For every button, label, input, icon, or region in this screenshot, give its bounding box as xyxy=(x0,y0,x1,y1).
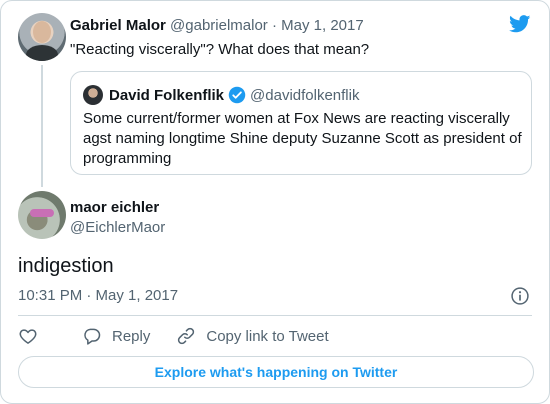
author-handle[interactable]: @gabrielmalor xyxy=(170,17,268,34)
avatar-head xyxy=(33,21,51,43)
link-icon xyxy=(178,327,195,345)
info-icon[interactable] xyxy=(510,286,530,306)
verified-badge-icon xyxy=(228,86,246,104)
thread-connector-line xyxy=(41,65,43,187)
separator: · xyxy=(271,17,277,34)
quoted-author-handle[interactable]: @davidfolkenflik xyxy=(250,87,359,104)
action-bar: Reply Copy link to Tweet xyxy=(18,324,355,348)
reply-icon xyxy=(84,328,101,345)
divider xyxy=(18,315,532,316)
author-handle[interactable]: @EichlerMaor xyxy=(70,219,165,236)
avatar[interactable] xyxy=(18,13,66,61)
avatar[interactable] xyxy=(18,191,66,239)
tweet-text: indigestion xyxy=(18,255,114,277)
heart-icon xyxy=(19,329,37,344)
author-name[interactable]: maor eichler xyxy=(70,199,159,216)
reply-button[interactable]: Reply xyxy=(82,326,150,346)
quoted-tweet-header: David Folkenflik @davidfolkenflik xyxy=(109,86,359,104)
quoted-author-name[interactable]: David Folkenflik xyxy=(109,87,224,104)
copy-link-button[interactable]: Copy link to Tweet xyxy=(176,326,329,346)
avatar-shirt xyxy=(26,45,58,61)
quoted-avatar[interactable] xyxy=(83,85,103,105)
twitter-logo-icon[interactable] xyxy=(509,15,531,33)
parent-tweet-text: "Reacting viscerally"? What does that me… xyxy=(70,41,370,58)
avatar-glasses xyxy=(30,209,54,217)
copy-link-label: Copy link to Tweet xyxy=(206,327,329,345)
tweet-date[interactable]: May 1, 2017 xyxy=(281,17,364,34)
quoted-tweet[interactable]: David Folkenflik @davidfolkenflik Some c… xyxy=(70,71,532,175)
like-button[interactable] xyxy=(18,326,38,346)
tweet-timestamp[interactable]: 10:31 PM · May 1, 2017 xyxy=(18,287,178,304)
reply-label: Reply xyxy=(112,327,151,345)
quoted-tweet-text: Some current/former women at Fox News ar… xyxy=(83,110,522,167)
parent-tweet-header: Gabriel Malor @gabrielmalor · May 1, 201… xyxy=(70,17,364,34)
author-name[interactable]: Gabriel Malor xyxy=(70,17,166,34)
tweet-embed-card: Gabriel Malor @gabrielmalor · May 1, 201… xyxy=(0,0,550,404)
explore-twitter-button[interactable]: Explore what's happening on Twitter xyxy=(18,356,534,388)
